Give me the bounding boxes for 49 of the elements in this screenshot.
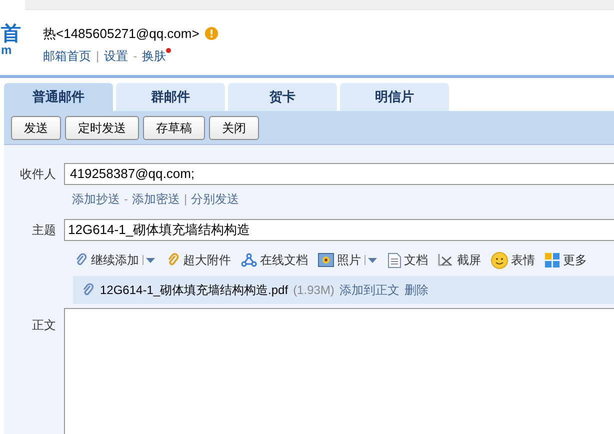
smiley-icon xyxy=(491,252,508,268)
field-label: 主题 xyxy=(31,222,57,239)
tool-link[interactable]: 文档 xyxy=(404,251,428,269)
logo-text: m xyxy=(1,44,13,56)
tab[interactable]: 贺卡 xyxy=(228,83,337,111)
tool-link[interactable]: 继续添加 xyxy=(91,251,139,269)
header-link[interactable]: 换肤 xyxy=(142,46,166,64)
dropdown-caret-icon[interactable] xyxy=(364,255,378,265)
scissors-icon xyxy=(438,252,454,268)
tab[interactable]: 明信片 xyxy=(340,83,449,111)
dropdown-caret-icon[interactable] xyxy=(142,255,156,265)
tool-link[interactable]: 更多 xyxy=(563,251,587,269)
toolbar-button[interactable]: 存草稿 xyxy=(143,116,205,140)
paperclip-icon xyxy=(166,253,180,267)
link-separator: | xyxy=(96,48,100,64)
link-separator: - xyxy=(133,48,138,64)
attachment-size: (1.93M) xyxy=(293,282,334,299)
field-label: 收件人 xyxy=(19,166,57,183)
account-name: 热<1485605271@qq.com> xyxy=(43,25,200,43)
paperclip-icon xyxy=(74,253,88,267)
grid-icon xyxy=(545,252,560,268)
picture-icon xyxy=(318,253,334,267)
paperclip-icon xyxy=(81,283,95,297)
link-separator: | xyxy=(184,191,188,208)
tool-link[interactable]: 照片 xyxy=(337,251,361,269)
tab[interactable]: 普通邮件 xyxy=(4,83,113,111)
share-nodes-icon xyxy=(241,253,257,267)
tool-link[interactable]: 截屏 xyxy=(457,251,481,269)
header-link[interactable]: 设置 xyxy=(104,46,128,64)
toolbar-button[interactable]: 发送 xyxy=(11,116,61,140)
tool-link[interactable]: 在线文档 xyxy=(260,251,308,269)
link-separator: - xyxy=(124,191,128,208)
toolbar-button[interactable]: 定时发送 xyxy=(65,116,139,140)
attachment-action[interactable]: 添加到正文 xyxy=(339,281,400,299)
recipient-link[interactable]: 添加抄送 xyxy=(72,190,120,208)
attachment-action[interactable]: 删除 xyxy=(404,281,428,299)
recipient-field[interactable]: 419258387@qq.com; xyxy=(64,163,614,185)
field-label: 正文 xyxy=(31,317,57,334)
tool-link[interactable]: 超大附件 xyxy=(183,251,231,269)
tool-link[interactable]: 表情 xyxy=(511,251,535,269)
toolbar-button[interactable]: 关闭 xyxy=(209,116,259,140)
tab[interactable]: 群邮件 xyxy=(116,83,225,111)
attachment-name: 12G614-1_砌体填充墙结构构造.pdf xyxy=(100,282,288,299)
document-icon xyxy=(388,252,401,268)
recipient-link[interactable]: 添加密送 xyxy=(132,190,180,208)
logo-text: 首 xyxy=(1,24,21,44)
recipient-link[interactable]: 分别发送 xyxy=(191,190,240,208)
subject-field[interactable]: 12G614-1_砌体填充墙结构构造 xyxy=(64,219,614,241)
header-link[interactable]: 邮箱首页 xyxy=(43,46,91,64)
